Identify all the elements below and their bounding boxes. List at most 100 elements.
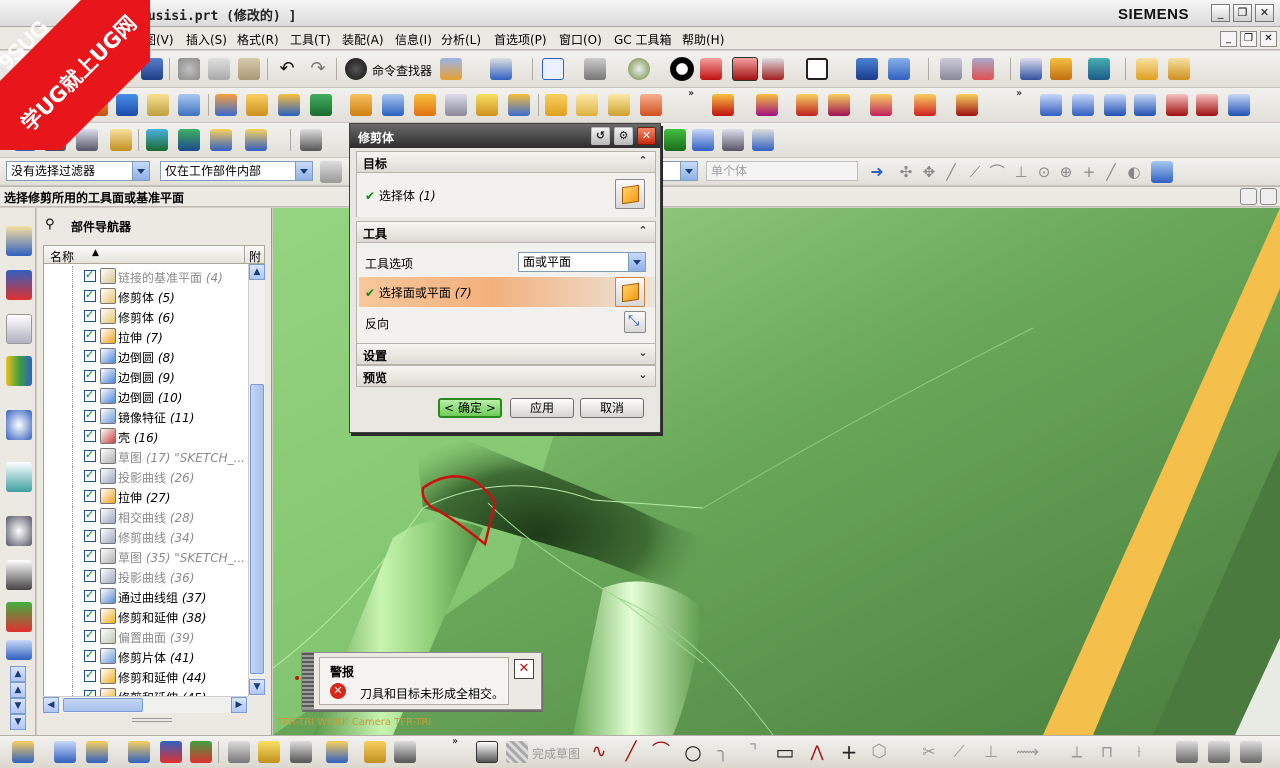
pull-face-icon[interactable] [178, 129, 200, 151]
visibility-checkbox[interactable] [84, 468, 96, 482]
paste-icon[interactable] [238, 58, 260, 80]
offset-region-icon[interactable] [828, 94, 850, 116]
visibility-checkbox[interactable] [84, 368, 96, 382]
visibility-checkbox[interactable] [84, 268, 96, 282]
offset-curve-icon[interactable]: ⟿ [1016, 741, 1039, 763]
measure-distance-icon[interactable] [1136, 58, 1158, 80]
visibility-checkbox[interactable] [84, 528, 96, 542]
sort-ascending-icon[interactable]: ▲ [92, 248, 99, 258]
cancel-button[interactable]: 取消 [580, 398, 644, 418]
resource-scroll-icon[interactable]: ▼ [10, 698, 26, 714]
line-icon[interactable]: ╱ [620, 741, 642, 763]
tree-row[interactable]: 通过曲线组 (37) [44, 586, 248, 606]
tree-row[interactable]: 镜像特征 (11) [44, 406, 248, 426]
quick-trim-icon[interactable]: ✂ [918, 741, 940, 763]
select-body-button[interactable] [615, 179, 645, 209]
scroll-thumb[interactable] [63, 698, 143, 712]
visibility-checkbox[interactable] [84, 348, 96, 362]
tree-row[interactable]: 拉伸 (7) [44, 326, 248, 346]
visibility-checkbox[interactable] [84, 328, 96, 342]
constraint-navigator-icon[interactable] [6, 270, 32, 300]
mate-component-icon[interactable] [128, 741, 150, 763]
thicken-icon[interactable] [545, 94, 567, 116]
packaging-icon[interactable] [394, 741, 416, 763]
animate-dimension-icon[interactable] [1208, 741, 1230, 763]
visibility-checkbox[interactable] [84, 488, 96, 502]
tree-row[interactable]: 修剪和延伸 (44) [44, 666, 248, 686]
explosion-view-icon[interactable] [258, 741, 280, 763]
pattern-icon[interactable] [215, 94, 237, 116]
chevron-down-icon[interactable] [628, 253, 645, 271]
column-attach-header[interactable]: 附 [249, 248, 261, 265]
scroll-up-icon[interactable]: ▲ [249, 264, 265, 280]
attributes-icon[interactable] [245, 129, 267, 151]
edit-feature-icon[interactable] [14, 129, 36, 151]
visibility-checkbox[interactable] [84, 388, 96, 402]
revolve-icon[interactable] [86, 94, 108, 116]
scale-body-icon[interactable] [476, 94, 498, 116]
tree-row[interactable]: 草图 (17) "SKETCH_... [44, 446, 248, 466]
copy-icon[interactable] [208, 58, 230, 80]
target-group-header[interactable]: 目标 ⌃ [356, 151, 656, 173]
delete-face-icon[interactable] [796, 94, 818, 116]
chevron-up-icon[interactable]: ⌃ [635, 224, 651, 240]
add-component-icon[interactable] [86, 741, 108, 763]
cylinder-icon[interactable] [147, 94, 169, 116]
move-face-icon[interactable] [146, 129, 168, 151]
resize-face-icon[interactable] [210, 129, 232, 151]
wave-linker-icon[interactable] [228, 741, 250, 763]
more-tools-chevron-icon[interactable]: » [452, 736, 458, 747]
select-face-text[interactable]: ✔ 选择面或平面 (7) [365, 284, 472, 301]
apply-button[interactable]: 应用 [510, 398, 574, 418]
close-button[interactable]: ✕ [1255, 4, 1274, 22]
tree-row[interactable]: 边倒圆 (9) [44, 366, 248, 386]
tree-row[interactable]: 投影曲线 (36) [44, 566, 248, 586]
doc-close-button[interactable]: ✕ [1260, 31, 1277, 47]
shaded-with-edges-icon[interactable] [670, 57, 694, 81]
resource-scroll-icon[interactable]: ▲ [10, 682, 26, 698]
shaded-icon[interactable] [700, 58, 722, 80]
select-face-button[interactable] [615, 277, 645, 307]
selection-scope-select[interactable]: 仅在工作部件内部 [160, 161, 313, 181]
snap-midpoint-icon[interactable]: ✥ [918, 161, 940, 183]
static-wireframe-icon[interactable] [732, 57, 758, 81]
part-navigator-icon[interactable] [6, 314, 32, 344]
column-name-header[interactable]: 名称 [50, 248, 74, 265]
hole-icon[interactable] [178, 94, 200, 116]
tree-row[interactable]: 拉伸 (27) [44, 486, 248, 506]
doc-restore-button[interactable]: ❐ [1240, 31, 1257, 47]
finish-sketch-flag-icon[interactable] [506, 741, 528, 763]
dimension-icon[interactable]: ⟂ [1066, 741, 1088, 763]
snap-intersection-icon[interactable]: ⟋ [964, 161, 986, 183]
view-section-icon[interactable] [54, 741, 76, 763]
sequence-icon[interactable] [290, 741, 312, 763]
visibility-checkbox[interactable] [84, 508, 96, 522]
clearance-icon[interactable] [364, 741, 386, 763]
measure-angle-icon[interactable] [1168, 58, 1190, 80]
menu-window[interactable]: 窗口(O) [559, 31, 602, 48]
chamfer-icon[interactable] [350, 94, 372, 116]
visibility-checkbox[interactable] [84, 448, 96, 462]
tree-row[interactable]: 修剪片体 (41) [44, 646, 248, 666]
pattern-face-icon[interactable] [956, 94, 978, 116]
assembly-constraint-icon[interactable] [160, 741, 182, 763]
visibility-checkbox[interactable] [84, 608, 96, 622]
draft-icon[interactable] [414, 94, 436, 116]
visibility-checkbox[interactable] [84, 308, 96, 322]
background-icon[interactable] [806, 58, 828, 80]
menu-view[interactable]: 视图(V) [132, 31, 174, 48]
reset-icon[interactable]: ↺ [591, 127, 610, 145]
settings-group-header[interactable]: 设置 ⌄ [356, 343, 656, 365]
visibility-checkbox[interactable] [84, 568, 96, 582]
tree-row[interactable]: 壳 (16) [44, 426, 248, 446]
assembly-navigator-icon[interactable] [6, 226, 32, 256]
menu-information[interactable]: 信息(I) [395, 31, 432, 48]
tree-row[interactable]: 边倒圆 (10) [44, 386, 248, 406]
tree-row[interactable]: 修剪曲线 (34) [44, 526, 248, 546]
auto-constrain-icon[interactable]: ⟊ [1128, 741, 1150, 763]
menu-tools[interactable]: 工具(T) [290, 31, 331, 48]
resource-scroll-down-icon[interactable]: ▼ [10, 714, 26, 730]
snap-endpoint-icon[interactable]: ✣ [895, 161, 917, 183]
binoculars-icon[interactable] [345, 58, 367, 80]
close-icon[interactable]: ✕ [514, 659, 534, 679]
